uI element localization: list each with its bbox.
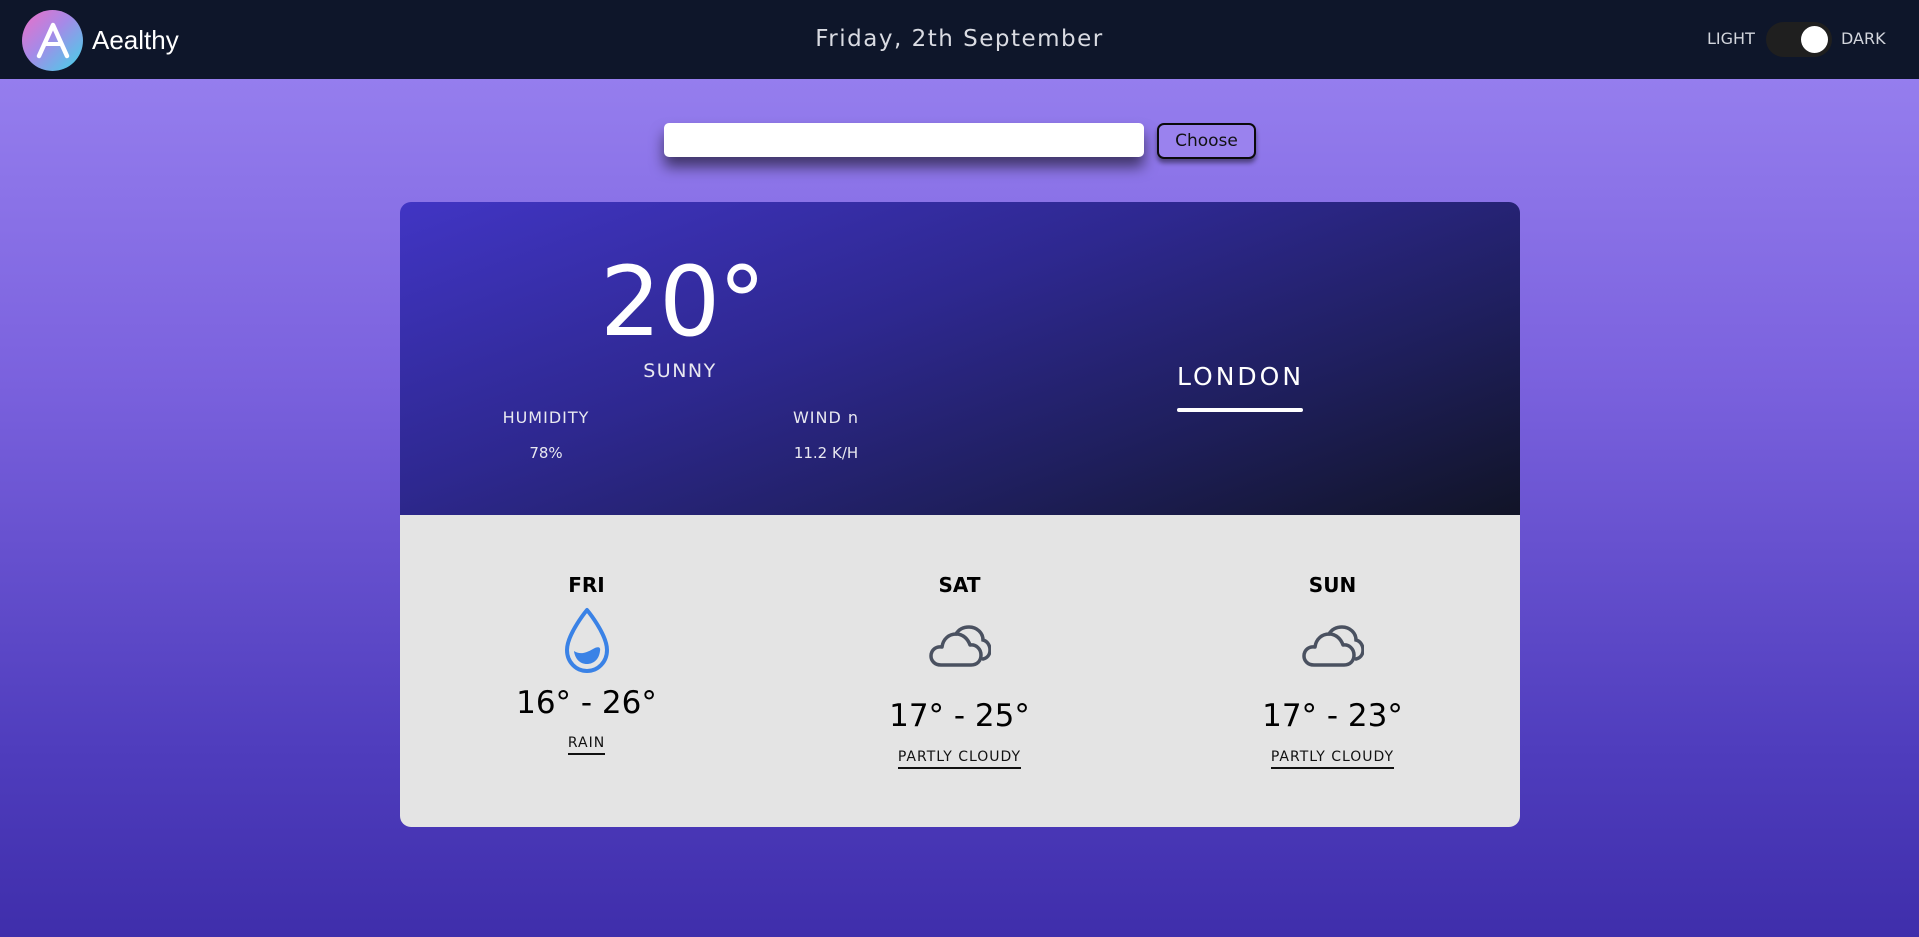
forecast-temp-range: 16° - 26° — [516, 685, 657, 721]
forecast-day-name: SUN — [1308, 573, 1357, 597]
cloud-icon — [1302, 625, 1365, 673]
weather-card: 20° SUNNY HUMIDITY 78% WIND n 11.2 K/H L… — [400, 202, 1520, 827]
wind-label: WIND n — [792, 408, 860, 427]
choose-button[interactable]: Choose — [1157, 123, 1256, 159]
toggle-knob — [1801, 26, 1828, 53]
forecast-day-sun: SUN 17° - 23° PARTLY CLOUDY — [1146, 515, 1519, 827]
forecast-day-name: FRI — [568, 573, 605, 597]
current-date: Friday, 2th September — [815, 26, 1104, 52]
current-weather-panel: 20° SUNNY HUMIDITY 78% WIND n 11.2 K/H L… — [400, 202, 1520, 515]
cloud-icon — [929, 625, 992, 673]
current-condition: SUNNY — [643, 360, 717, 382]
forecast-temp-range: 17° - 25° — [889, 698, 1030, 734]
city-underline — [1177, 408, 1303, 412]
forecast-panel: FRI 16° - 26° RAIN SAT 17° - 25° PARTLY … — [400, 515, 1520, 827]
wind-value: 11.2 K/H — [793, 444, 859, 462]
forecast-condition-text: PARTLY CLOUDY — [1270, 749, 1395, 769]
forecast-condition-text: PARTLY CLOUDY — [897, 749, 1022, 769]
city-search-input[interactable] — [664, 123, 1144, 157]
theme-dark-label: DARK — [1841, 29, 1886, 48]
forecast-condition-text: RAIN — [567, 735, 606, 755]
city-name: LONDON — [1177, 362, 1305, 391]
forecast-day-name: SAT — [938, 573, 981, 597]
humidity-label: HUMIDITY — [502, 408, 590, 427]
current-temperature: 20° — [600, 246, 766, 358]
humidity-value: 78% — [529, 444, 563, 462]
top-bar: Aealthy Friday, 2th September LIGHT DARK — [0, 0, 1919, 79]
forecast-day-sat: SAT 17° - 25° PARTLY CLOUDY — [773, 515, 1146, 827]
forecast-day-fri: FRI 16° - 26° RAIN — [400, 515, 773, 827]
forecast-condition: RAIN — [400, 735, 773, 755]
forecast-condition: PARTLY CLOUDY — [1146, 749, 1519, 769]
raindrop-icon — [563, 607, 611, 679]
forecast-temp-range: 17° - 23° — [1262, 698, 1403, 734]
theme-light-label: LIGHT — [1707, 29, 1755, 48]
theme-toggle[interactable] — [1766, 22, 1832, 57]
forecast-condition: PARTLY CLOUDY — [773, 749, 1146, 769]
